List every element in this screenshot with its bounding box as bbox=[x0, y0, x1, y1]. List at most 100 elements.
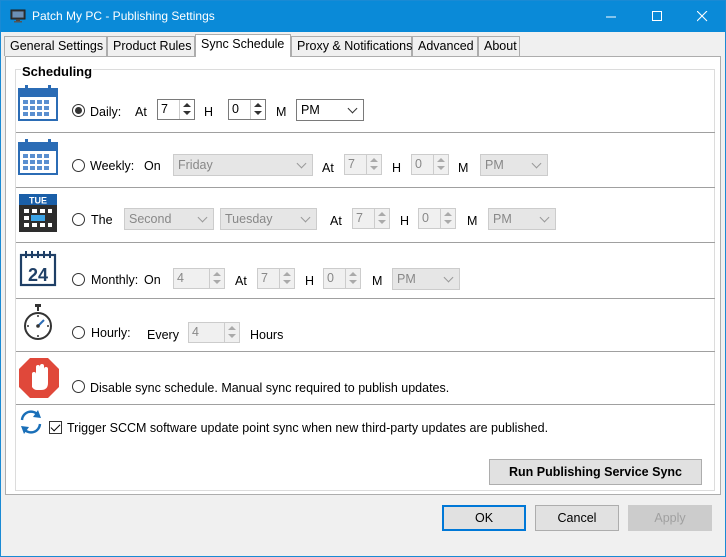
daily-radio[interactable] bbox=[72, 104, 85, 117]
chevron-down-icon bbox=[197, 212, 208, 223]
stepper-arrows[interactable] bbox=[374, 209, 389, 228]
weekly-h-label: H bbox=[392, 161, 402, 175]
minimize-button[interactable] bbox=[588, 1, 634, 32]
stepper-arrows[interactable] bbox=[433, 155, 448, 174]
the-occurrence-select[interactable]: Second bbox=[124, 208, 214, 230]
stepper-arrows[interactable] bbox=[250, 100, 265, 119]
daily-ampm-value: PM bbox=[301, 103, 320, 117]
weekly-hour-value: 7 bbox=[348, 157, 355, 171]
cancel-button[interactable]: Cancel bbox=[535, 505, 619, 531]
monthly-at-label: At bbox=[235, 274, 247, 288]
stepper-arrows[interactable] bbox=[209, 269, 224, 288]
chevron-down-icon bbox=[443, 272, 454, 283]
the-hour-stepper[interactable]: 7 bbox=[352, 208, 390, 229]
hourly-label: Hourly: bbox=[91, 326, 131, 340]
hourly-interval-stepper[interactable]: 4 bbox=[188, 322, 240, 343]
ok-button[interactable]: OK bbox=[442, 505, 526, 531]
calendar-weekday-icon-text: TUE bbox=[29, 196, 47, 206]
monthly-day-stepper[interactable]: 4 bbox=[173, 268, 225, 289]
the-hour-value: 7 bbox=[356, 211, 363, 225]
minimize-icon bbox=[605, 16, 616, 18]
monthly-radio[interactable] bbox=[72, 273, 85, 286]
tab-sync-schedule[interactable]: Sync Schedule bbox=[195, 34, 291, 57]
hourly-radio[interactable] bbox=[72, 326, 85, 339]
tab-about[interactable]: About bbox=[478, 36, 520, 56]
hourly-interval-value: 4 bbox=[192, 325, 199, 339]
weekly-day-select[interactable]: Friday bbox=[173, 154, 313, 176]
the-h-label: H bbox=[400, 214, 410, 228]
the-radio[interactable] bbox=[72, 213, 85, 226]
trigger-sccm-sync-checkbox[interactable] bbox=[49, 421, 62, 434]
daily-minute-stepper[interactable]: 0 bbox=[228, 99, 266, 120]
monthly-ampm-select[interactable]: PM bbox=[392, 268, 460, 290]
chevron-down-icon bbox=[296, 158, 307, 169]
the-occurrence-value: Second bbox=[129, 212, 172, 226]
stepper-arrows[interactable] bbox=[440, 209, 455, 228]
daily-ampm-select[interactable]: PM bbox=[296, 99, 364, 121]
disable-radio[interactable] bbox=[72, 380, 85, 393]
weekly-at-label: At bbox=[322, 161, 334, 175]
chevron-down-icon bbox=[539, 212, 550, 223]
stop-hand-icon bbox=[19, 358, 59, 398]
monthly-ampm-value: PM bbox=[397, 272, 416, 286]
tab-product-rules[interactable]: Product Rules bbox=[107, 36, 195, 56]
chevron-down-icon bbox=[300, 212, 311, 223]
daily-label: Daily: bbox=[90, 105, 122, 119]
apply-button[interactable]: Apply bbox=[628, 505, 712, 531]
weekly-ampm-value: PM bbox=[485, 158, 504, 172]
hourly-every-label: Every bbox=[147, 328, 179, 342]
close-button[interactable] bbox=[679, 1, 725, 32]
weekly-label: Weekly: bbox=[90, 159, 135, 173]
the-day-select[interactable]: Tuesday bbox=[220, 208, 317, 230]
daily-minute-value: 0 bbox=[232, 102, 239, 116]
weekly-minute-stepper[interactable]: 0 bbox=[411, 154, 449, 175]
trigger-sccm-sync-label[interactable]: Trigger SCCM software update point sync … bbox=[67, 421, 548, 435]
monthly-on-label: On bbox=[144, 273, 161, 287]
weekly-on-label: On bbox=[144, 159, 161, 173]
weekly-ampm-select[interactable]: PM bbox=[480, 154, 548, 176]
daily-m-label: M bbox=[276, 105, 287, 119]
title-bar[interactable]: Patch My PC - Publishing Settings bbox=[1, 1, 725, 32]
stepper-arrows[interactable] bbox=[179, 100, 194, 119]
stepper-arrows[interactable] bbox=[279, 269, 294, 288]
weekly-radio[interactable] bbox=[72, 159, 85, 172]
tab-advanced[interactable]: Advanced bbox=[412, 36, 478, 56]
row-divider bbox=[16, 132, 715, 133]
row-divider bbox=[16, 351, 715, 352]
the-ampm-select[interactable]: PM bbox=[488, 208, 556, 230]
the-label: The bbox=[91, 213, 113, 227]
row-divider bbox=[16, 404, 715, 405]
row-divider bbox=[16, 298, 715, 299]
window-title: Patch My PC - Publishing Settings bbox=[32, 9, 215, 23]
daily-h-label: H bbox=[204, 105, 214, 119]
weekly-hour-stepper[interactable]: 7 bbox=[344, 154, 382, 175]
tab-general-settings[interactable]: General Settings bbox=[4, 36, 107, 56]
chevron-down-icon bbox=[531, 158, 542, 169]
monthly-m-label: M bbox=[372, 274, 383, 288]
daily-hour-stepper[interactable]: 7 bbox=[157, 99, 195, 120]
run-publishing-service-sync-button[interactable]: Run Publishing Service Sync bbox=[489, 459, 702, 485]
the-day-value: Tuesday bbox=[225, 212, 273, 226]
maximize-button[interactable] bbox=[634, 1, 680, 32]
the-minute-stepper[interactable]: 0 bbox=[418, 208, 456, 229]
weekly-day-value: Friday bbox=[178, 158, 213, 172]
stepper-arrows[interactable] bbox=[224, 323, 239, 342]
monthly-minute-stepper[interactable]: 0 bbox=[323, 268, 361, 289]
sync-icon bbox=[20, 410, 42, 434]
calendar-weekly-icon bbox=[18, 139, 58, 175]
calendar-monthly-icon-text: 24 bbox=[28, 265, 48, 285]
monthly-label: Monthly: bbox=[91, 273, 139, 287]
publishing-settings-window: Patch My PC - Publishing Settings Genera… bbox=[0, 0, 726, 557]
maximize-icon bbox=[651, 11, 662, 21]
monthly-hour-stepper[interactable]: 7 bbox=[257, 268, 295, 289]
stepper-arrows[interactable] bbox=[366, 155, 381, 174]
monthly-h-label: H bbox=[305, 274, 315, 288]
the-at-label: At bbox=[330, 214, 342, 228]
stepper-arrows[interactable] bbox=[345, 269, 360, 288]
the-m-label: M bbox=[467, 214, 478, 228]
chevron-down-icon bbox=[347, 103, 358, 114]
weekly-m-label: M bbox=[458, 161, 469, 175]
tab-proxy-notifications[interactable]: Proxy & Notifications bbox=[291, 36, 412, 56]
row-divider bbox=[16, 187, 715, 188]
scheduling-group-title: Scheduling bbox=[21, 64, 94, 79]
